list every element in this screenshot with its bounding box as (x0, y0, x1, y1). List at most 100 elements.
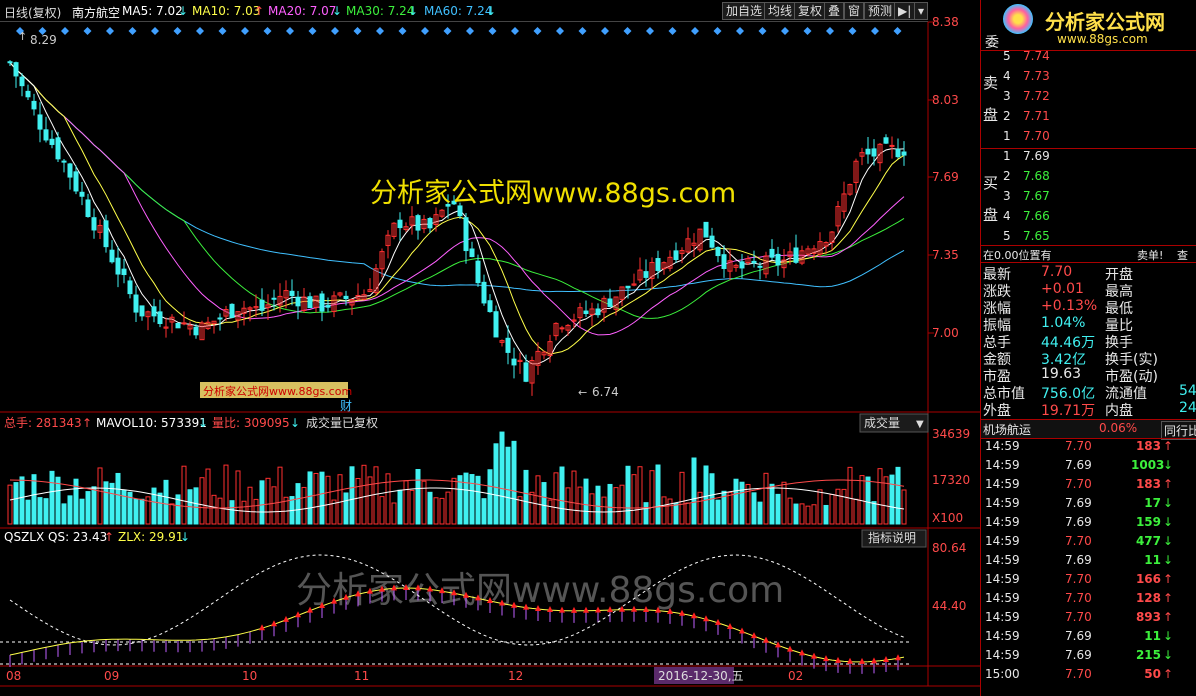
volume-bar (853, 498, 859, 525)
candle (475, 260, 481, 284)
candle (895, 148, 901, 158)
diamond-icon (151, 27, 159, 35)
triangle-icon (895, 654, 901, 661)
volume-bar (541, 482, 547, 525)
diamond-icon (713, 27, 722, 35)
date-tick: 09 (104, 669, 119, 683)
volume-bar (487, 469, 493, 525)
candle (151, 306, 157, 317)
price-tick: 7.00 (932, 326, 959, 340)
volume-bar (469, 474, 475, 525)
candle (607, 298, 613, 307)
price-tick: 8.38 (932, 15, 959, 29)
price-tick: 7.69 (932, 170, 959, 184)
candle (271, 297, 277, 300)
sell-level: 3 7.72 (1003, 89, 1050, 103)
volume-bar (691, 457, 697, 525)
volume-bar (571, 470, 577, 525)
volume-bar (385, 473, 391, 525)
indicator-help-button: 指标说明 (868, 530, 916, 545)
diamond-icon (511, 27, 519, 35)
candle (121, 268, 127, 276)
svg-text:↑: ↑ (18, 30, 27, 43)
candle (31, 100, 37, 110)
candle (625, 285, 631, 289)
volume-bar (97, 467, 103, 525)
volume-bar (235, 470, 241, 525)
volume-bar (223, 464, 229, 525)
sector-row[interactable]: 机场航运 0.06% 同行比 (981, 420, 1196, 440)
volume-bar (13, 482, 19, 525)
diamond-icon (196, 27, 204, 35)
tick-row: 15:00 7.70 50 ↑ (985, 667, 1174, 681)
tick-row: 14:59 7.69 17 ↓ (985, 496, 1174, 510)
volume-bar (151, 487, 157, 525)
triangle-icon (691, 612, 697, 619)
volume-bar (613, 487, 619, 525)
volume-bar (277, 466, 283, 525)
diamond-icon (173, 27, 182, 35)
volume-bar (247, 486, 253, 525)
candle (109, 249, 115, 263)
candle (901, 151, 907, 156)
buy-level: 2 7.68 (1003, 169, 1050, 183)
svg-text:←: ← (578, 386, 587, 399)
sell-level: 1 7.70 (1003, 129, 1050, 143)
volume-bar (361, 464, 367, 525)
candle (709, 235, 715, 248)
volume-bar (25, 499, 31, 525)
volume-bar (505, 446, 511, 525)
volume-bar (661, 496, 667, 525)
volume-bar (355, 478, 361, 525)
tick-row: 14:59 7.70 477 ↓ (985, 534, 1174, 548)
triangle-icon (883, 656, 889, 663)
candle (871, 148, 877, 157)
cai-marker: 财 (340, 399, 352, 413)
volume-bar (637, 466, 643, 525)
volume-bar (427, 491, 433, 525)
candle (673, 250, 679, 260)
volume-bar (265, 477, 271, 525)
volume-bar (481, 498, 487, 525)
vol-mavol: MAVOL10: 573391 (96, 416, 207, 430)
candle (595, 308, 601, 316)
diamond-icon (893, 27, 902, 35)
volume-bar (421, 480, 427, 525)
volume-bar (199, 477, 205, 525)
tick-row: 14:59 7.69 1003 ↓ (985, 458, 1174, 472)
candle (55, 137, 61, 160)
volume-bar (295, 483, 301, 525)
volume-bar (739, 481, 745, 525)
volume-bar (547, 499, 553, 525)
volume-bar (817, 489, 823, 525)
candle (289, 290, 295, 296)
volume-bar (895, 466, 901, 525)
volume-bar (181, 465, 187, 525)
tick-row: 14:59 7.70 893 ↑ (985, 610, 1174, 624)
volume-bar (451, 477, 457, 525)
volume-bar (511, 440, 517, 525)
candle (487, 300, 493, 313)
volume-bar (217, 497, 223, 525)
volume-bar (631, 474, 637, 525)
volume-bar (115, 472, 121, 525)
candle (115, 257, 121, 275)
chart-area[interactable]: 8.38 8.03 7.69 7.35 7.00 34639 17320 X100 80.6… (0, 0, 980, 696)
candle (757, 265, 763, 268)
diamond-icon (466, 27, 474, 35)
volume-bar (493, 443, 499, 525)
candle (703, 221, 709, 238)
volume-bar (49, 470, 55, 525)
candle (511, 358, 517, 366)
flower-icon (1003, 4, 1033, 34)
triangle-icon (859, 657, 865, 664)
candle (229, 303, 235, 318)
diamond-icon (106, 27, 114, 35)
diamond-icon (803, 27, 812, 35)
diamond-icon (308, 27, 317, 35)
volume-bar (211, 494, 217, 525)
tick-row: 14:59 7.69 11 ↓ (985, 553, 1174, 567)
tick-row: 14:59 7.69 215 ↓ (985, 648, 1174, 662)
diamond-icon (443, 27, 452, 35)
candle (559, 327, 565, 330)
